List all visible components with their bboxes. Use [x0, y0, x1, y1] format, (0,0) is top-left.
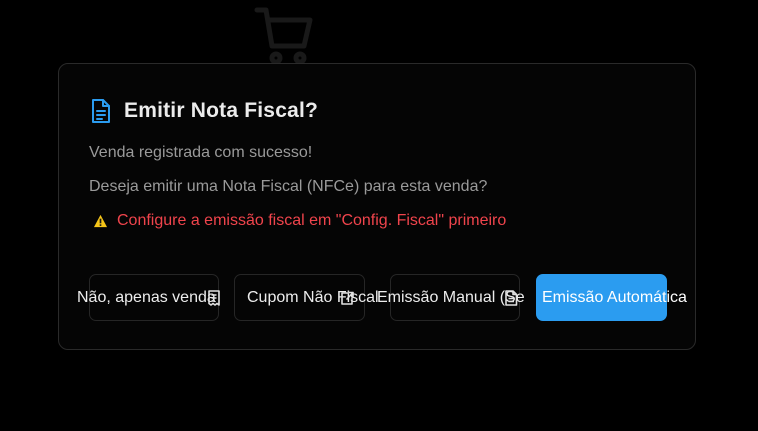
document-icon: [92, 99, 110, 123]
shopping-cart-icon: [254, 7, 313, 65]
automatic-emission-label: Emissão Automática: [542, 288, 687, 306]
emit-invoice-dialog: Emitir Nota Fiscal? Venda registrada com…: [58, 63, 696, 350]
sale-only-button[interactable]: Não, apenas venda: [77, 274, 220, 321]
external-link-icon: [341, 291, 354, 305]
warning-triangle-icon: [93, 214, 108, 228]
receipt-icon: [208, 290, 220, 306]
dialog-title: Emitir Nota Fiscal?: [124, 99, 319, 122]
dialog-header: Emitir Nota Fiscal?: [90, 98, 318, 124]
file-icon: [505, 290, 518, 306]
non-fiscal-receipt-button[interactable]: Cupom Não Fiscal: [234, 274, 379, 321]
warning-text: Configure a emissão fiscal em "Config. F…: [117, 212, 507, 229]
success-message: Venda registrada com sucesso!: [89, 144, 313, 161]
fiscal-config-warning: Configure a emissão fiscal em "Config. F…: [93, 212, 506, 230]
non-fiscal-receipt-label: Cupom Não Fiscal: [247, 288, 379, 306]
manual-emission-label: Emissão Manual (Se: [377, 288, 525, 306]
question-message: Deseja emitir uma Nota Fiscal (NFCe) par…: [89, 178, 488, 195]
automatic-emission-button[interactable]: Emissão Automática: [536, 274, 687, 321]
manual-emission-button[interactable]: Emissão Manual (Se: [377, 274, 525, 321]
sale-only-label: Não, apenas venda: [77, 288, 216, 306]
